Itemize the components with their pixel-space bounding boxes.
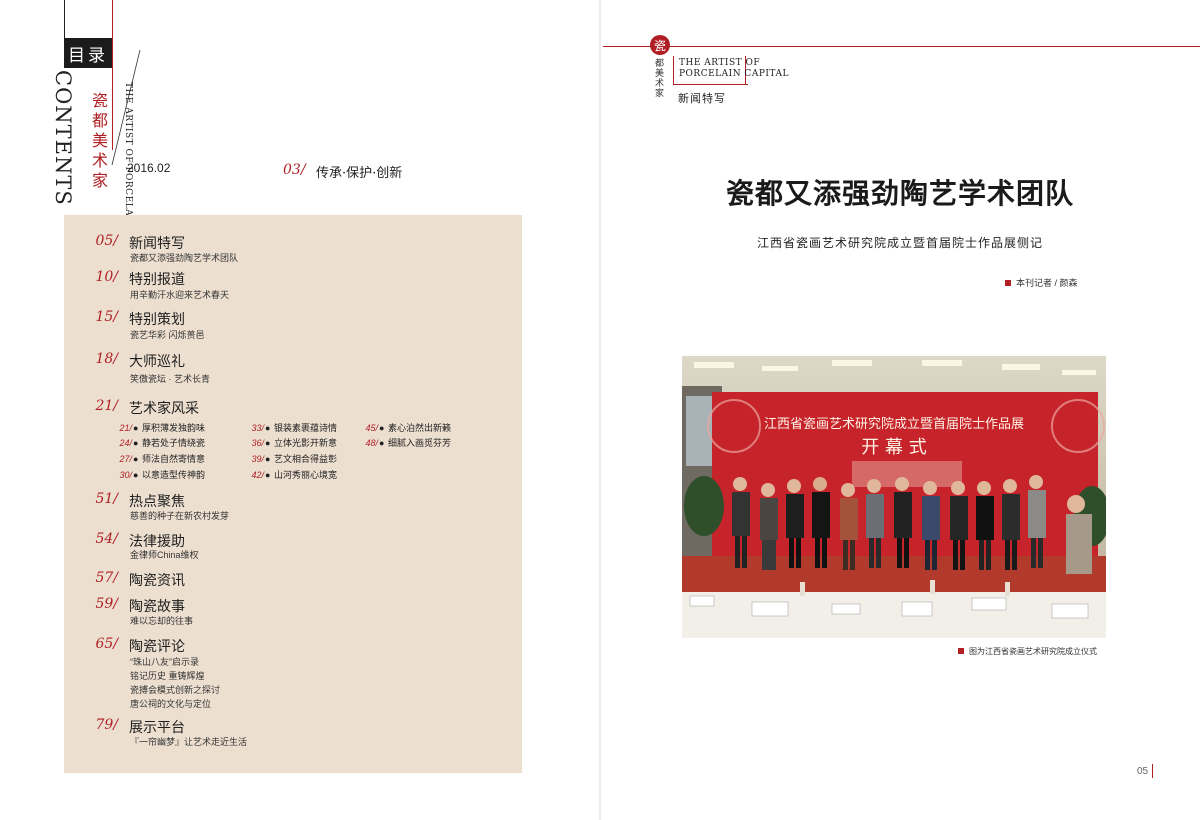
subitem-page-number: 27/ — [119, 454, 132, 464]
header-rule — [603, 46, 1200, 47]
photo-caption: 图为江西省瓷画艺术研究院成立仪式 — [958, 646, 1097, 657]
artist-subitem[interactable]: 42/● 山河秀丽心境宽 — [244, 468, 337, 481]
toc-title: 特别策划 — [129, 312, 185, 328]
subitem-title: 细腻入画觅芬芳 — [387, 438, 451, 448]
toc-subtitle: “珠山八友”启示录 — [130, 657, 199, 667]
spread-gutter — [599, 0, 601, 820]
toc-page-number: 79/ — [95, 717, 118, 733]
subitem-title: 厚积薄发独韵味 — [141, 423, 205, 433]
subitem-title: 山河秀丽心境宽 — [273, 470, 337, 480]
toc-subtitle: 『一帘幽梦』让艺术走近生活 — [130, 737, 248, 747]
subitem-page-number: 30/ — [119, 470, 132, 480]
toc-page-number: 51/ — [95, 491, 118, 507]
subitem-title: 以意造型传神韵 — [141, 470, 205, 480]
subitem-title: 立体光影开新意 — [273, 438, 337, 448]
subitem-page-number: 45/ — [365, 423, 378, 433]
artist-subitem[interactable]: 30/● 以意造型传神韵 — [112, 468, 205, 481]
toc-title: 热点聚焦 — [129, 494, 185, 510]
subitem-page-number: 42/ — [251, 470, 264, 480]
toc-page-number: 57/ — [95, 570, 118, 586]
lead-title: 传承·保护·创新 — [316, 166, 403, 181]
toc-title: 展示平台 — [129, 720, 185, 736]
subitem-title: 艺文相合得益彰 — [273, 454, 337, 464]
contents-heading: CONTENTS — [51, 70, 75, 206]
magazine-title-cn: 瓷都美术家 — [89, 92, 108, 192]
artist-subitem[interactable]: 45/● 素心泊然出新籁 — [358, 421, 451, 434]
lead-page-number: 03/ — [283, 162, 306, 178]
header-en-line2: PORCELAIN CAPITAL — [679, 69, 789, 79]
header-en-line1: THE ARTIST OF — [679, 58, 761, 68]
toc-subtitle: 唐公祠的文化与定位 — [130, 699, 212, 709]
subitem-page-number: 36/ — [251, 438, 264, 448]
caption-marker — [958, 648, 964, 654]
article-title: 瓷都又添强劲陶艺学术团队 — [725, 178, 1074, 209]
subitem-page-number: 21/ — [119, 423, 132, 433]
artist-subitem[interactable]: 27/● 师法自然寄情意 — [112, 452, 205, 465]
toc-page-number: 59/ — [95, 596, 118, 612]
subitem-title: 静若处子情绕瓷 — [141, 438, 205, 448]
subitem-page-number: 33/ — [251, 423, 264, 433]
toc-subtitle: 瓷艺华彩 闪烁蒉邑 — [130, 330, 205, 340]
artist-subitem[interactable]: 33/● 银装素裹蕴诗情 — [244, 421, 337, 434]
byline-text: 本刊记者 / 颜森 — [1016, 278, 1078, 288]
byline-marker — [1005, 280, 1011, 286]
toc-page-number: 10/ — [95, 269, 118, 285]
toc-title: 陶瓷故事 — [129, 599, 185, 615]
toc-title: 陶瓷评论 — [129, 639, 185, 655]
banner-main: 开 幕 式 — [861, 437, 926, 458]
seal-logo: 瓷 — [650, 35, 670, 55]
mulu-label: 目录 — [64, 38, 112, 68]
toc-subtitle: 瓷搏会模式创新之探讨 — [130, 685, 221, 695]
artist-subitem[interactable]: 39/● 艺文相合得益彰 — [244, 452, 337, 465]
header-magazine-en: THE ARTIST OF PORCELAIN CAPITAL — [679, 58, 789, 80]
toc-page-number: 05/ — [95, 233, 118, 249]
toc-panel: 05/ 新闻特写 瓷都又添强劲陶艺学术团队 10/ 特别报道 用辛勤汗水迎来艺术… — [64, 215, 522, 773]
toc-page-number: 21/ — [95, 398, 118, 414]
toc-subtitle: 慈善的种子在新农村发芽 — [130, 511, 230, 521]
artist-subitem[interactable]: 48/● 细腻入画觅芬芳 — [358, 436, 451, 449]
toc-subtitle: 瓷都又添强劲陶艺学术团队 — [130, 253, 239, 263]
caption-text: 图为江西省瓷画艺术研究院成立仪式 — [969, 647, 1097, 656]
toc-subtitle: 铭记历史 重铸辉煌 — [130, 671, 205, 681]
toc-title: 新闻特写 — [129, 236, 185, 252]
subitem-page-number: 39/ — [251, 454, 264, 464]
toc-page-number: 18/ — [95, 351, 118, 367]
header-rule-black — [64, 0, 65, 40]
byline: 本刊记者 / 颜森 — [1005, 276, 1078, 289]
artist-subitem[interactable]: 21/● 厚积薄发独韵味 — [112, 421, 205, 434]
article-subtitle: 江西省瓷画艺术研究院成立暨首届院士作品展侧记 — [756, 236, 1043, 250]
toc-subtitle: 笑傲瓷坛 · 艺术长青 — [130, 374, 210, 384]
page-number-rule — [1152, 764, 1153, 778]
toc-subtitle: 难以忘却的往事 — [130, 616, 194, 626]
subitem-title: 银装素裹蕴诗情 — [273, 423, 337, 433]
toc-page-number: 15/ — [95, 309, 118, 325]
issue-date: 2016.02 — [127, 161, 171, 175]
toc-page-number: 65/ — [95, 636, 118, 652]
toc-title: 特别报道 — [129, 272, 185, 288]
subitem-title: 师法自然寄情意 — [141, 454, 205, 464]
banner-line: 江西省瓷画艺术研究院成立暨首届院士作品展 — [764, 417, 1024, 432]
toc-title: 艺术家风采 — [129, 401, 199, 417]
toc-title: 陶瓷资讯 — [129, 573, 185, 589]
toc-title: 大师巡礼 — [129, 354, 185, 370]
subitem-title: 素心泊然出新籁 — [387, 423, 451, 433]
toc-subtitle: 金律师China维权 — [130, 550, 199, 560]
subitem-page-number: 24/ — [119, 438, 132, 448]
seal-caption: 都美术家 — [653, 58, 663, 98]
toc-subtitle: 用辛勤汗水迎来艺术春天 — [130, 290, 230, 300]
artist-subitem[interactable]: 36/● 立体光影开新意 — [244, 436, 337, 449]
subitem-page-number: 48/ — [365, 438, 378, 448]
toc-page-number: 54/ — [95, 531, 118, 547]
artist-subitem[interactable]: 24/● 静若处子情绕瓷 — [112, 436, 205, 449]
event-photo: 江西省瓷画艺术研究院成立暨首届院士作品展 开 幕 式 — [682, 356, 1106, 638]
page-number: 05 — [1137, 766, 1149, 777]
event-photo-drawing: 江西省瓷画艺术研究院成立暨首届院士作品展 开 幕 式 — [682, 356, 1106, 638]
section-label: 新闻特写 — [678, 92, 726, 105]
